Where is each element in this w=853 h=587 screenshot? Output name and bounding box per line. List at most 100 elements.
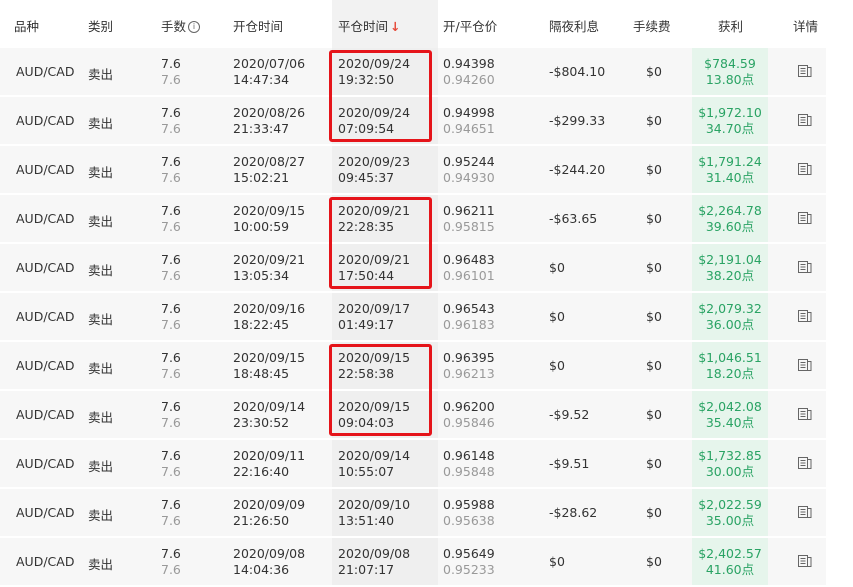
document-icon[interactable]	[798, 457, 812, 469]
cell-fee: $0	[646, 64, 662, 79]
document-icon[interactable]	[798, 555, 812, 567]
cell-open-time-secondary: 21:26:50	[233, 513, 290, 528]
cell-swap: $0	[549, 554, 565, 569]
cell-lots-primary: 7.6	[161, 399, 181, 414]
cell-lots-secondary: 7.6	[161, 415, 181, 430]
cell-lots: 7.6 7.6	[161, 56, 181, 88]
cell-open-time-primary: 2020/09/11	[233, 448, 306, 463]
cell-lots: 7.6 7.6	[161, 448, 181, 480]
cell-swap: -$63.65	[549, 211, 598, 226]
document-icon[interactable]	[798, 506, 812, 518]
info-icon[interactable]: i	[188, 20, 201, 33]
cell-profit-secondary: 41.60点	[705, 562, 755, 577]
cell-profit-secondary: 35.00点	[705, 513, 755, 528]
header-symbol: 品种	[14, 19, 40, 34]
cell-lots-secondary: 7.6	[161, 268, 181, 283]
cell-price-primary: 0.95244	[443, 154, 495, 169]
cell-profit-primary: $1,046.51	[698, 350, 762, 365]
header-open-time[interactable]: 开仓时间	[233, 0, 283, 48]
cell-close-time-primary: 2020/09/14	[338, 448, 411, 463]
cell-profit-primary: $2,191.04	[698, 252, 762, 267]
cell-open-time-primary: 2020/09/16	[233, 301, 306, 316]
cell-price-secondary: 0.95846	[443, 415, 495, 430]
cell-lots-primary: 7.6	[161, 154, 181, 169]
cell-profit: $784.59 13.80点	[692, 56, 768, 88]
cell-swap: -$244.20	[549, 162, 606, 177]
cell-lots-secondary: 7.6	[161, 464, 181, 479]
cell-lots: 7.6 7.6	[161, 252, 181, 284]
cell-symbol: AUD/CAD	[16, 260, 75, 275]
cell-symbol: AUD/CAD	[16, 505, 75, 520]
document-icon[interactable]	[798, 65, 812, 77]
cell-close-time-secondary: 21:07:17	[338, 562, 395, 577]
cell-open-time-secondary: 15:02:21	[233, 170, 290, 185]
table-header: 品种 类别 手数 i 开仓时间 平仓时间 ↓ 开/平仓价 隔夜利息 手续费 获利 详…	[0, 0, 853, 48]
header-swap: 隔夜利息	[549, 19, 600, 34]
cell-type: 卖出	[88, 508, 114, 523]
cell-price-primary: 0.96395	[443, 350, 495, 365]
document-icon[interactable]	[798, 261, 812, 273]
cell-profit-secondary: 31.40点	[705, 170, 755, 185]
cell-profit: $2,022.59 35.00点	[692, 497, 768, 529]
header-detail: 详情	[793, 19, 819, 34]
cell-lots: 7.6 7.6	[161, 497, 181, 529]
cell-swap: -$28.62	[549, 505, 598, 520]
document-icon[interactable]	[798, 310, 812, 322]
cell-fee: $0	[646, 260, 662, 275]
document-icon[interactable]	[798, 408, 812, 420]
document-icon[interactable]	[798, 212, 812, 224]
cell-lots-primary: 7.6	[161, 350, 181, 365]
cell-open-time-primary: 2020/07/06	[233, 56, 306, 71]
cell-fee: $0	[646, 162, 662, 177]
cell-open-time-secondary: 23:30:52	[233, 415, 290, 430]
cell-price-primary: 0.95988	[443, 497, 495, 512]
cell-fee: $0	[646, 358, 662, 373]
cell-price-primary: 0.96211	[443, 203, 495, 218]
cell-lots-secondary: 7.6	[161, 513, 181, 528]
cell-price: 0.96395 0.96213	[443, 350, 495, 382]
cell-profit-secondary: 38.20点	[705, 268, 755, 283]
document-icon[interactable]	[798, 359, 812, 371]
cell-profit-primary: $2,079.32	[698, 301, 762, 316]
cell-profit: $1,732.85 30.00点	[692, 448, 768, 480]
header-close-time[interactable]: 平仓时间 ↓	[338, 0, 401, 48]
cell-lots-primary: 7.6	[161, 252, 181, 267]
cell-lots-secondary: 7.6	[161, 121, 181, 136]
cell-profit-secondary: 13.80点	[705, 72, 755, 87]
cell-profit-secondary: 39.60点	[705, 219, 755, 234]
cell-swap: -$299.33	[549, 113, 606, 128]
cell-swap: -$9.52	[549, 407, 590, 422]
cell-symbol: AUD/CAD	[16, 211, 75, 226]
cell-price-secondary: 0.95848	[443, 464, 495, 479]
highlight-box	[329, 197, 432, 289]
cell-lots-primary: 7.6	[161, 56, 181, 71]
cell-price: 0.96543 0.96183	[443, 301, 495, 333]
document-icon[interactable]	[798, 114, 812, 126]
cell-symbol: AUD/CAD	[16, 113, 75, 128]
arrow-down-icon[interactable]: ↓	[390, 19, 400, 34]
cell-type: 卖出	[88, 165, 114, 180]
cell-open-time: 2020/09/14 23:30:52	[233, 399, 305, 431]
cell-price-secondary: 0.94651	[443, 121, 495, 136]
cell-lots: 7.6 7.6	[161, 350, 181, 382]
cell-type: 卖出	[88, 67, 114, 82]
cell-open-time-secondary: 21:33:47	[233, 121, 290, 136]
cell-price-secondary: 0.95233	[443, 562, 495, 577]
header-profit: 获利	[718, 19, 744, 34]
cell-profit: $2,191.04 38.20点	[692, 252, 768, 284]
cell-lots-secondary: 7.6	[161, 72, 181, 87]
cell-open-time-secondary: 13:05:34	[233, 268, 290, 283]
cell-lots-secondary: 7.6	[161, 219, 181, 234]
cell-fee: $0	[646, 113, 662, 128]
cell-price-primary: 0.96200	[443, 399, 495, 414]
table-row: AUD/CAD 卖出 7.6 7.6 2020/09/08 14:04:36 2020/09…	[0, 538, 826, 585]
cell-open-time: 2020/09/09 21:26:50	[233, 497, 305, 529]
cell-lots-primary: 7.6	[161, 301, 181, 316]
document-icon[interactable]	[798, 163, 812, 175]
cell-open-time: 2020/09/11 22:16:40	[233, 448, 305, 480]
cell-price: 0.96200 0.95846	[443, 399, 495, 431]
cell-lots: 7.6 7.6	[161, 154, 181, 186]
table-row: AUD/CAD 卖出 7.6 7.6 2020/09/09 21:26:50 2020/09…	[0, 489, 826, 536]
cell-open-time: 2020/07/06 14:47:34	[233, 56, 305, 88]
cell-open-time-primary: 2020/09/08	[233, 546, 306, 561]
